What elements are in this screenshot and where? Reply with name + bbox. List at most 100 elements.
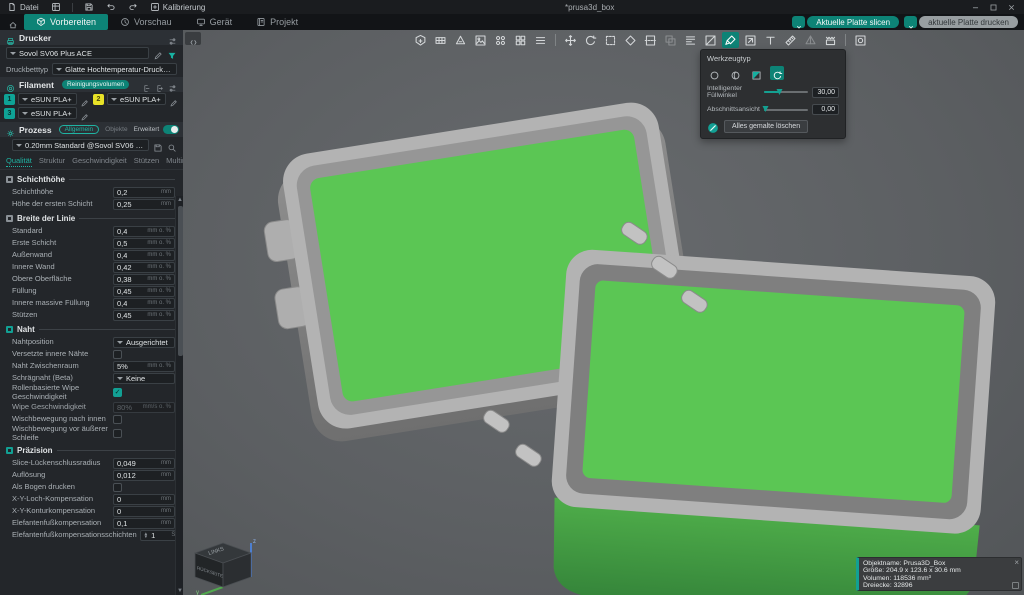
print-dropdown-button[interactable] bbox=[904, 16, 917, 28]
input-stützen[interactable]: 0,45mm o. % bbox=[113, 310, 175, 321]
pencil-icon[interactable] bbox=[80, 109, 89, 118]
tool-cut-button[interactable] bbox=[642, 32, 659, 48]
slider-value-input[interactable]: 0,00 bbox=[812, 104, 839, 115]
process-tab-struktur[interactable]: Struktur bbox=[39, 156, 65, 167]
calibration-menu[interactable]: Kalibrierung bbox=[147, 1, 209, 13]
tool-arrange-button[interactable] bbox=[472, 32, 489, 48]
input-innere-wand[interactable]: 0,42mm o. % bbox=[113, 262, 175, 273]
process-tab-multima[interactable]: Multima... bbox=[166, 156, 183, 167]
input-füllung[interactable]: 0,45mm o. % bbox=[113, 286, 175, 297]
collapse-sidebar-button[interactable] bbox=[185, 32, 201, 45]
brush-sphere-button[interactable] bbox=[728, 66, 742, 80]
filament-color-chip[interactable]: 2 bbox=[93, 94, 104, 105]
pencil-icon[interactable] bbox=[169, 95, 178, 104]
scrollbar-thumb[interactable] bbox=[178, 206, 183, 356]
filament-select[interactable]: eSUN PLA+ bbox=[107, 93, 166, 105]
eraser-badge-icon[interactable] bbox=[707, 121, 719, 133]
undo-button[interactable] bbox=[103, 1, 119, 13]
tool-split-to-objects-button[interactable] bbox=[492, 32, 509, 48]
save-preset-icon[interactable] bbox=[153, 140, 163, 150]
filament-color-chip[interactable]: 3 bbox=[4, 108, 15, 119]
input-elefantenfußkompensation[interactable]: 0,1mm bbox=[113, 518, 175, 529]
param-section-schichthöhe[interactable]: Schichthöhe bbox=[6, 173, 175, 186]
process-tab-stützen[interactable]: Stützen bbox=[134, 156, 159, 167]
file-menu[interactable]: Datei bbox=[4, 1, 42, 13]
param-section-breite-der-linie[interactable]: Breite der Linie bbox=[6, 212, 175, 225]
tool-add-object-button[interactable] bbox=[412, 32, 429, 48]
tool-scale-button[interactable] bbox=[602, 32, 619, 48]
input-standard[interactable]: 0,4mm o. % bbox=[113, 226, 175, 237]
tool-lay-on-face-button[interactable] bbox=[622, 32, 639, 48]
tool-variable-layer-height-button[interactable] bbox=[682, 32, 699, 48]
slider-knob[interactable] bbox=[777, 89, 783, 95]
tab-gerät[interactable]: Gerät bbox=[184, 14, 245, 30]
purge-volumes-button[interactable]: Reinigungsvolumen bbox=[62, 80, 129, 89]
tool-seam-button[interactable] bbox=[742, 32, 759, 48]
tool-paint-button[interactable] bbox=[722, 32, 739, 48]
copy-icon[interactable] bbox=[1012, 582, 1019, 589]
process-tab-geschwindigkeit[interactable]: Geschwindigkeit bbox=[72, 156, 127, 167]
process-preset-select[interactable]: 0.20mm Standard @Sovol SV06 Plus ACE bbox=[12, 139, 149, 151]
input-x-y-konturkompensation[interactable]: 0mm bbox=[113, 506, 175, 517]
print-plate-button[interactable]: aktuelle Platte drucken bbox=[919, 16, 1018, 28]
close-icon[interactable] bbox=[1007, 3, 1016, 12]
input-höhe-der-ersten-schicht[interactable]: 0,25mm bbox=[113, 199, 175, 210]
tool-plate-settings-button[interactable] bbox=[852, 32, 869, 48]
minimize-icon[interactable] bbox=[971, 3, 980, 12]
brush-circle-button[interactable] bbox=[707, 66, 721, 80]
advanced-toggle[interactable] bbox=[163, 125, 179, 134]
redo-button[interactable] bbox=[125, 1, 141, 13]
tool-fuzzy-skin-button[interactable] bbox=[822, 32, 839, 48]
tool-move-button[interactable] bbox=[562, 32, 579, 48]
checkbox-wischbewegung-nach-innen[interactable] bbox=[113, 415, 122, 424]
workspace-button[interactable] bbox=[48, 1, 64, 13]
brush-smart-fill-button[interactable] bbox=[770, 66, 784, 80]
input-schichthöhe[interactable]: 0,2mm bbox=[113, 187, 175, 198]
close-icon[interactable]: × bbox=[1014, 559, 1019, 567]
slice-dropdown-button[interactable] bbox=[792, 16, 805, 28]
input-erste-schicht[interactable]: 0,5mm o. % bbox=[113, 238, 175, 249]
param-section-naht[interactable]: Naht bbox=[6, 323, 175, 336]
tool-split-to-parts-button[interactable] bbox=[512, 32, 529, 48]
slider-track[interactable] bbox=[764, 109, 808, 111]
navigation-cube[interactable]: z y LINKS RÜCKSEITE bbox=[193, 535, 273, 595]
section-collapse-icon[interactable] bbox=[6, 447, 13, 454]
input-x-y-loch-kompensation[interactable]: 0mm bbox=[113, 494, 175, 505]
tool-rotate-button[interactable] bbox=[582, 32, 599, 48]
viewport-3d[interactable]: Werkzeugtyp Intelligenter Füllwinkel30,0… bbox=[183, 30, 1024, 595]
remove-filament-icon[interactable] bbox=[142, 80, 151, 89]
edit-preset-icon[interactable] bbox=[153, 48, 163, 58]
slider-track[interactable] bbox=[764, 91, 808, 93]
home-button[interactable] bbox=[2, 14, 24, 30]
tool-auto-orient-button[interactable] bbox=[452, 32, 469, 48]
input-auflösung[interactable]: 0,012mm bbox=[113, 470, 175, 481]
slider-value-input[interactable]: 30,00 bbox=[812, 87, 839, 98]
filament-select[interactable]: eSUN PLA+ bbox=[18, 93, 77, 105]
filter-icon[interactable] bbox=[167, 48, 177, 58]
model-base[interactable] bbox=[544, 248, 997, 595]
save-button[interactable] bbox=[81, 1, 97, 13]
process-tab-qualität[interactable]: Qualität bbox=[6, 156, 32, 167]
section-collapse-icon[interactable] bbox=[6, 326, 13, 333]
pencil-icon[interactable] bbox=[80, 95, 89, 104]
input-obere-oberfläche[interactable]: 0,38mm o. % bbox=[113, 274, 175, 285]
sidebar-scrollbar[interactable]: ▲ ▼ bbox=[175, 196, 183, 595]
checkbox-wischbewegung-vor-äußerer-schleife[interactable] bbox=[113, 429, 122, 438]
slider-knob[interactable] bbox=[762, 106, 768, 112]
input-naht-zwischenraum[interactable]: 5%mm o. % bbox=[113, 361, 175, 372]
tool-measure-button[interactable] bbox=[782, 32, 799, 48]
spinner-arrows[interactable]: ▲▼ bbox=[144, 532, 148, 539]
tool-object-layers-button[interactable] bbox=[532, 32, 549, 48]
tool-text-button[interactable] bbox=[762, 32, 779, 48]
slice-plate-button[interactable]: Aktuelle Platte slicen bbox=[807, 16, 899, 28]
printer-preset-select[interactable]: Sovol SV06 Plus ACE bbox=[6, 47, 149, 59]
filament-settings-icon[interactable] bbox=[168, 80, 177, 89]
filament-select[interactable]: eSUN PLA+ bbox=[18, 107, 77, 119]
tab-vorbereiten[interactable]: Vorbereiten bbox=[24, 14, 108, 30]
tool-add-plate-button[interactable] bbox=[432, 32, 449, 48]
bed-type-select[interactable]: Glatte Hochtemperatur-Druckplatte bbox=[52, 63, 177, 75]
process-global-pill[interactable]: Allgemein bbox=[59, 125, 100, 134]
section-collapse-icon[interactable] bbox=[6, 215, 13, 222]
process-objects-pill[interactable]: Objekte bbox=[103, 126, 129, 133]
brush-fill-button[interactable] bbox=[749, 66, 763, 80]
